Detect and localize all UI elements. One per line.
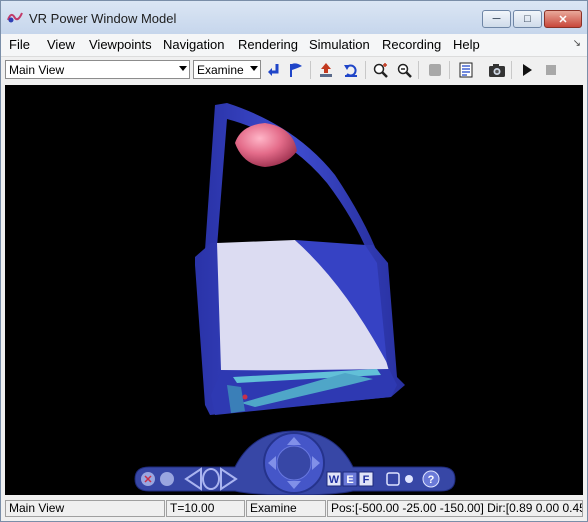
toolbar-separator (365, 61, 366, 79)
examine-mode-button[interactable]: E (342, 471, 358, 487)
menu-simulation[interactable]: Simulation (309, 37, 370, 52)
snapshot-button[interactable] (487, 60, 507, 80)
minimize-icon: ─ (492, 13, 501, 25)
navigation-select[interactable]: Examine (193, 60, 261, 79)
hide-panel-icon[interactable] (160, 472, 174, 486)
menu-file[interactable]: File (9, 37, 30, 52)
chevron-down-icon (179, 66, 187, 71)
record-button[interactable] (425, 60, 445, 80)
zoom-out-icon (397, 63, 412, 78)
status-viewpoint: Main View (5, 500, 165, 517)
headlight-icon[interactable] (405, 475, 413, 483)
motor-marker (242, 394, 248, 400)
create-viewpoint-icon (320, 63, 332, 77)
toolbar-separator (310, 61, 311, 79)
zoom-in-button[interactable] (371, 60, 391, 80)
menu-bar: File View Viewpoints Navigation Renderin… (1, 34, 587, 57)
app-window: VR Power Window Model ─ □ ✕ File View Vi… (0, 0, 588, 522)
fly-mode-label: F (363, 474, 370, 486)
return-icon (268, 64, 279, 76)
help-icon-glyph: ? (428, 474, 435, 486)
toolbar-separator (449, 61, 450, 79)
maximize-button[interactable]: □ (513, 10, 542, 28)
return-to-viewpoint-button[interactable] (264, 60, 284, 80)
app-logo-icon (7, 12, 23, 23)
play-button[interactable] (517, 60, 537, 80)
fly-mode-button[interactable]: F (358, 471, 374, 487)
toolbar: Main View Examine (1, 57, 587, 83)
examine-mode-label: E (346, 474, 353, 486)
status-time: T=10.00 (166, 500, 245, 517)
maximize-icon: □ (524, 13, 531, 25)
chevron-down-icon (250, 66, 258, 71)
stop-icon (546, 65, 556, 75)
status-position: Pos:[-500.00 -25.00 -150.00] Dir:[0.89 0… (327, 500, 583, 517)
toolbar-separator (511, 61, 512, 79)
3d-viewport[interactable]: W E F ? (5, 85, 583, 495)
menu-help[interactable]: Help (453, 37, 480, 52)
window-title: VR Power Window Model (29, 11, 177, 26)
status-navigation-mode: Examine (246, 500, 326, 517)
navigation-select-value: Examine (197, 63, 244, 77)
title-bar[interactable]: VR Power Window Model ─ □ ✕ (1, 1, 587, 34)
walk-mode-button[interactable]: W (326, 471, 342, 487)
goto-viewpoint-icon (290, 63, 302, 77)
close-button[interactable]: ✕ (544, 10, 582, 28)
window-frame (205, 103, 379, 260)
menu-viewpoints[interactable]: Viewpoints (89, 37, 152, 52)
play-icon (523, 64, 532, 76)
record-icon (429, 64, 441, 76)
menu-navigation[interactable]: Navigation (163, 37, 224, 52)
stop-button[interactable] (541, 60, 561, 80)
viewpoint-select-value: Main View (9, 63, 65, 77)
zoom-in-icon (373, 63, 388, 78)
close-icon: ✕ (558, 13, 568, 26)
walk-mode-label: W (329, 474, 340, 486)
menu-view[interactable]: View (47, 37, 75, 52)
status-bar: Main View T=10.00 Examine Pos:[-500.00 -… (1, 497, 587, 521)
properties-button[interactable] (456, 60, 476, 80)
undo-move-icon (344, 64, 357, 77)
minimize-button[interactable]: ─ (482, 10, 511, 28)
create-viewpoint-button[interactable] (316, 60, 336, 80)
properties-icon (459, 62, 473, 78)
side-mirror (235, 123, 297, 167)
menu-recording[interactable]: Recording (382, 37, 441, 52)
toolbar-separator (418, 61, 419, 79)
dock-arrow-icon[interactable]: ↘ (573, 38, 581, 49)
zoom-out-button[interactable] (394, 60, 414, 80)
undo-move-button[interactable] (341, 60, 361, 80)
door-model-scene: W E F ? (134, 103, 456, 495)
menu-rendering[interactable]: Rendering (238, 37, 298, 52)
snapshot-icon (489, 64, 505, 77)
viewpoint-select[interactable]: Main View (5, 60, 190, 79)
goto-viewpoint-button[interactable] (286, 60, 306, 80)
